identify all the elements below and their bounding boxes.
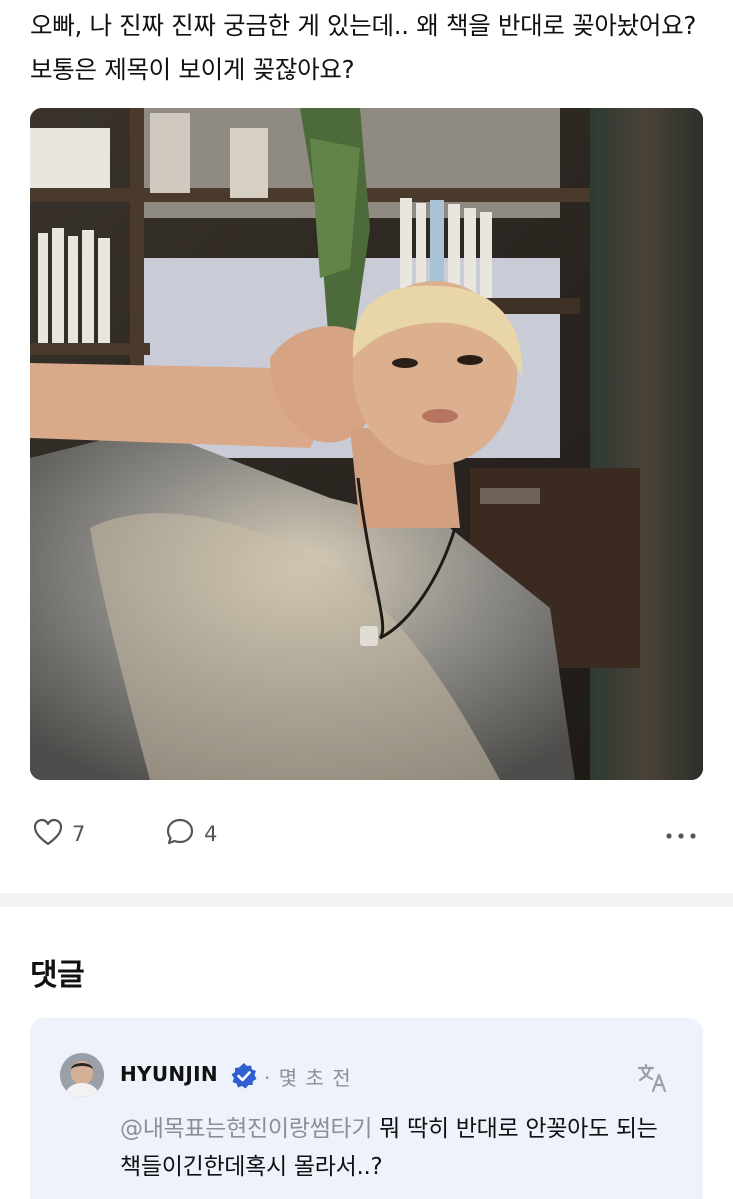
comment-button[interactable]: 4: [164, 812, 217, 856]
heart-outline-icon: [32, 817, 64, 851]
photo-illustration: [30, 108, 703, 780]
post-photo[interactable]: [30, 108, 703, 780]
more-options-button[interactable]: [665, 812, 697, 856]
like-button[interactable]: 7: [32, 812, 85, 856]
comment-timestamp: · 몇 초 전: [264, 1066, 352, 1090]
speech-bubble-icon: [164, 816, 196, 852]
post-text: 오빠, 나 진짜 진짜 궁금한 게 있는데.. 왜 책을 반대로 꽂아놨어요? …: [30, 11, 697, 84]
like-count: 7: [72, 822, 86, 846]
comment-author[interactable]: HYUNJIN: [120, 1062, 218, 1086]
avatar[interactable]: [60, 1053, 104, 1097]
comment-text: @내목표는현진이랑썸타기 뭐 딱히 반대로 안꽂아도 되는 책들이긴한데혹시 몰…: [120, 1110, 680, 1186]
comment-count: 4: [204, 822, 218, 846]
post-actions: 7 4: [30, 812, 703, 856]
comment-card[interactable]: HYUNJIN · 몇 초 전 @내목표는현진이랑썸타기 뭐 딱히 반대로 안꽂…: [30, 1018, 703, 1199]
verified-badge-icon: [229, 1061, 259, 1091]
section-divider: [0, 893, 733, 907]
comment-mention[interactable]: @내목표는현진이랑썸타기: [120, 1116, 372, 1142]
translate-icon[interactable]: [635, 1060, 671, 1096]
comments-heading: 댓글: [30, 958, 85, 993]
more-horizontal-icon: [665, 825, 697, 844]
